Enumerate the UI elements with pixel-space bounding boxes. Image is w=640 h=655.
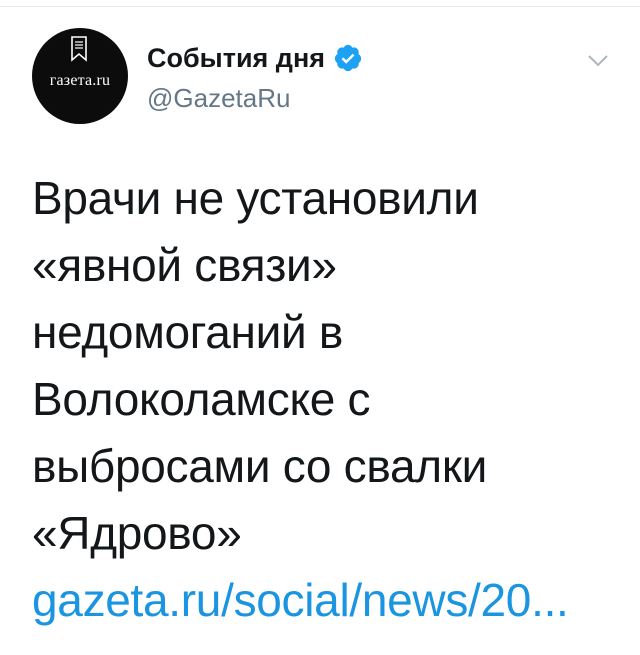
avatar-logo-text: газета.ru (49, 72, 111, 89)
user-info: События дня @GazetaRu (147, 40, 363, 120)
tweet-text-line: недомоганий в (32, 306, 344, 358)
tweet-text-line: Волоколамске с (32, 373, 371, 425)
user-handle[interactable]: @GazetaRu (147, 80, 363, 116)
tweet-card: газета.ru События дня @GazetaRu Врачи не… (0, 0, 640, 655)
tweet-text: Врачи не установили «явной связи» недомо… (32, 165, 622, 634)
tweet-text-line: «явной связи» (32, 239, 337, 291)
avatar[interactable]: газета.ru (32, 28, 128, 124)
tweet-text-line: выбросами со свалки (32, 440, 488, 492)
display-name[interactable]: События дня (147, 40, 325, 76)
bookmark-icon (71, 36, 87, 62)
chevron-down-icon[interactable] (584, 46, 612, 74)
tweet-text-line: Врачи не установили (32, 172, 479, 224)
tweet-link[interactable]: gazeta.ru/social/news/20... (32, 567, 622, 634)
tweet-text-line: «Ядрово» (32, 507, 242, 559)
verified-badge-icon (334, 44, 362, 72)
display-name-row: События дня (147, 40, 363, 76)
